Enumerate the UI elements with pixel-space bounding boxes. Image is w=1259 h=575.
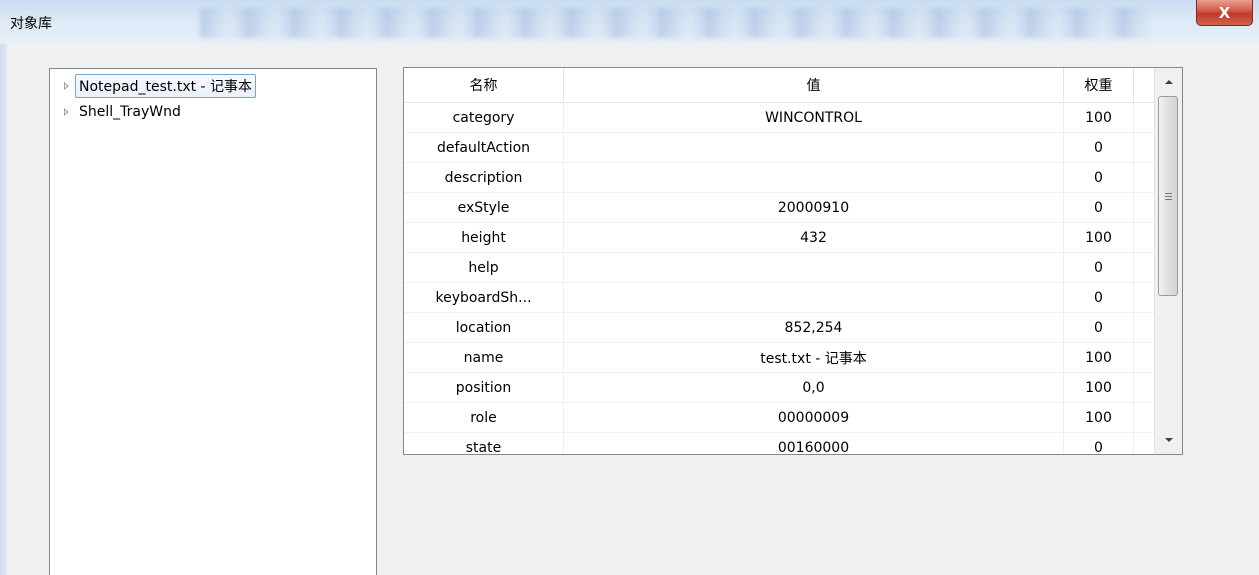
cell-name: description: [404, 163, 564, 193]
cell-weight[interactable]: 100: [1064, 403, 1134, 433]
cell-value[interactable]: 00000009: [564, 403, 1064, 433]
cell-filler: [1134, 313, 1154, 343]
grip-line: [1165, 193, 1172, 194]
cell-value[interactable]: [564, 283, 1064, 313]
cell-name: role: [404, 403, 564, 433]
cell-name: location: [404, 313, 564, 343]
table-row[interactable]: state 00160000 0: [404, 433, 1154, 454]
cell-value[interactable]: 00160000: [564, 433, 1064, 454]
cell-name: defaultAction: [404, 133, 564, 163]
cell-filler: [1134, 223, 1154, 253]
table-row[interactable]: description 0: [404, 163, 1154, 193]
grip-line: [1165, 199, 1172, 200]
table-row[interactable]: keyboardSh... 0: [404, 283, 1154, 313]
cell-name: name: [404, 343, 564, 373]
column-header-value[interactable]: 值: [564, 68, 1064, 102]
cell-filler: [1134, 373, 1154, 403]
scroll-up-arrow-icon: [1164, 80, 1173, 84]
table-row[interactable]: role 00000009 100: [404, 403, 1154, 433]
cell-weight[interactable]: 0: [1064, 433, 1134, 454]
grip-line: [1165, 196, 1172, 197]
tree-item-label[interactable]: Shell_TrayWnd: [75, 102, 185, 122]
cell-filler: [1134, 343, 1154, 373]
expand-arrow-icon[interactable]: [64, 108, 69, 116]
cell-value[interactable]: [564, 253, 1064, 283]
cell-value[interactable]: [564, 133, 1064, 163]
cell-filler: [1134, 433, 1154, 454]
cell-name: state: [404, 433, 564, 454]
blurred-title-background: [200, 8, 1150, 38]
vertical-scrollbar[interactable]: [1154, 68, 1182, 454]
cell-weight[interactable]: 100: [1064, 223, 1134, 253]
cell-filler: [1134, 193, 1154, 223]
tree-item-notepad[interactable]: Notepad_test.txt - 记事本: [64, 74, 257, 98]
object-library-window: 对象库 X Notepad_test.txt - 记事本 Shell_TrayW…: [0, 0, 1259, 575]
table-row[interactable]: height 432 100: [404, 223, 1154, 253]
cell-name: position: [404, 373, 564, 403]
cell-filler: [1134, 163, 1154, 193]
table-row[interactable]: defaultAction 0: [404, 133, 1154, 163]
cell-weight[interactable]: 0: [1064, 253, 1134, 283]
scroll-up-button[interactable]: [1155, 68, 1182, 96]
scroll-down-button[interactable]: [1155, 426, 1182, 454]
cell-value[interactable]: 0,0: [564, 373, 1064, 403]
cell-value[interactable]: [564, 163, 1064, 193]
table-row[interactable]: exStyle 20000910 0: [404, 193, 1154, 223]
cell-filler: [1134, 283, 1154, 313]
close-button[interactable]: X: [1196, 0, 1253, 26]
column-header-name[interactable]: 名称: [404, 68, 564, 102]
cell-weight[interactable]: 100: [1064, 373, 1134, 403]
window-frame-edge: [0, 44, 7, 575]
cell-weight[interactable]: 100: [1064, 103, 1134, 133]
cell-value[interactable]: 432: [564, 223, 1064, 253]
window-title: 对象库: [10, 16, 52, 32]
cell-filler: [1134, 253, 1154, 283]
cell-name: help: [404, 253, 564, 283]
property-grid[interactable]: 名称 值 权重 category WINCONTROL 100 defaultA…: [403, 67, 1183, 455]
column-header-filler: [1134, 68, 1154, 102]
cell-weight[interactable]: 100: [1064, 343, 1134, 373]
table-row[interactable]: name test.txt - 记事本 100: [404, 343, 1154, 373]
cell-value[interactable]: WINCONTROL: [564, 103, 1064, 133]
cell-name: exStyle: [404, 193, 564, 223]
cell-name: keyboardSh...: [404, 283, 564, 313]
table-row[interactable]: help 0: [404, 253, 1154, 283]
scroll-down-arrow-icon: [1164, 438, 1173, 442]
object-tree[interactable]: Notepad_test.txt - 记事本 Shell_TrayWnd: [49, 68, 377, 575]
expand-arrow-icon[interactable]: [64, 82, 69, 90]
grid-body: category WINCONTROL 100 defaultAction 0 …: [404, 103, 1154, 454]
title-bar[interactable]: 对象库 X: [0, 0, 1259, 44]
cell-value[interactable]: 852,254: [564, 313, 1064, 343]
scroll-thumb[interactable]: [1158, 96, 1178, 296]
cell-value[interactable]: test.txt - 记事本: [564, 343, 1064, 373]
window-content: Notepad_test.txt - 记事本 Shell_TrayWnd 名称 …: [7, 44, 1259, 575]
cell-name: category: [404, 103, 564, 133]
cell-filler: [1134, 133, 1154, 163]
close-icon: X: [1218, 3, 1231, 22]
tree-item-label[interactable]: Notepad_test.txt - 记事本: [75, 74, 257, 98]
column-header-weight[interactable]: 权重: [1064, 68, 1134, 102]
grid-header: 名称 值 权重: [404, 68, 1154, 103]
cell-weight[interactable]: 0: [1064, 133, 1134, 163]
cell-weight[interactable]: 0: [1064, 283, 1134, 313]
cell-filler: [1134, 103, 1154, 133]
cell-weight[interactable]: 0: [1064, 193, 1134, 223]
tree-item-shell-traywnd[interactable]: Shell_TrayWnd: [64, 101, 185, 123]
table-row[interactable]: location 852,254 0: [404, 313, 1154, 343]
cell-weight[interactable]: 0: [1064, 313, 1134, 343]
table-row[interactable]: category WINCONTROL 100: [404, 103, 1154, 133]
cell-value[interactable]: 20000910: [564, 193, 1064, 223]
table-row[interactable]: position 0,0 100: [404, 373, 1154, 403]
cell-weight[interactable]: 0: [1064, 163, 1134, 193]
cell-name: height: [404, 223, 564, 253]
cell-filler: [1134, 403, 1154, 433]
